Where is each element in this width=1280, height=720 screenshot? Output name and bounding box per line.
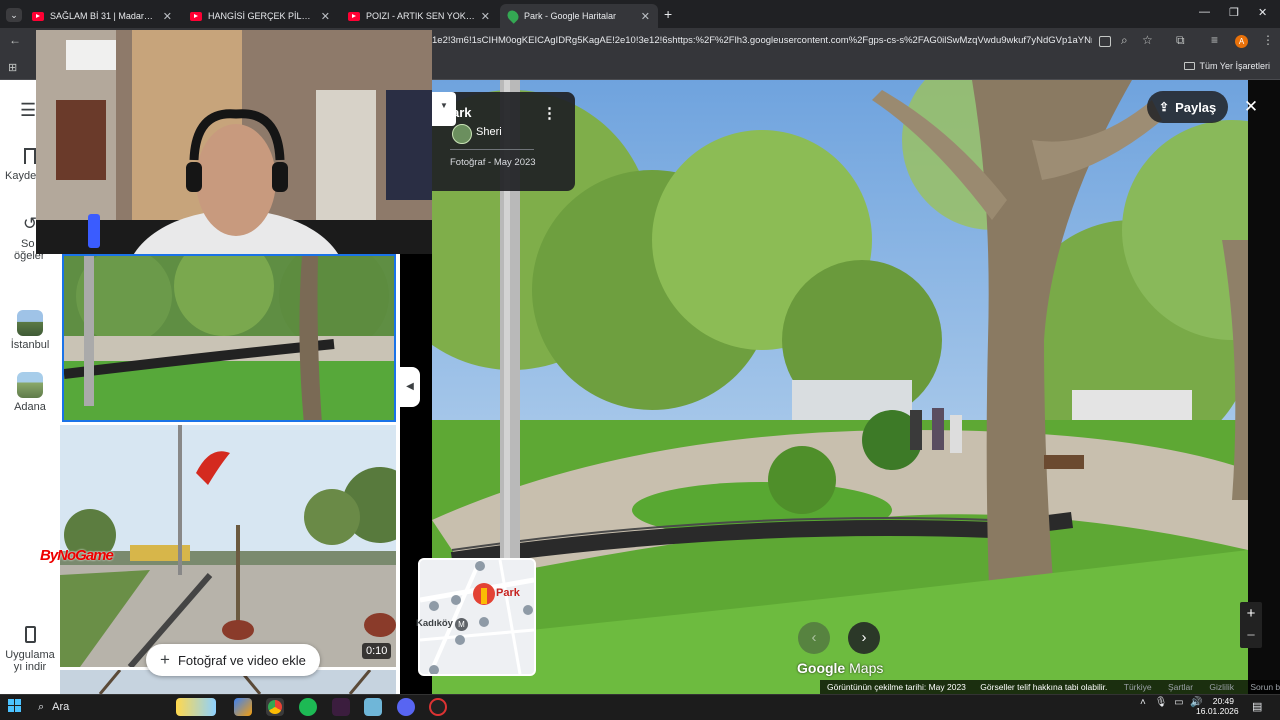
report-link[interactable]: Sorun bildir xyxy=(1250,682,1280,692)
network-icon: ▭ xyxy=(1174,697,1184,708)
microphone-icon: 🎙 xyxy=(1154,697,1168,708)
copilot-icon[interactable] xyxy=(234,698,252,716)
webcam-feed-image xyxy=(36,30,432,254)
webcam-overlay xyxy=(36,30,432,254)
divider xyxy=(450,149,534,150)
add-photo-video-button[interactable]: + Fotoğraf ve video ekle xyxy=(146,644,320,676)
caret-down-icon: ▼ xyxy=(440,101,448,110)
park-photo-image xyxy=(64,256,394,420)
place-title[interactable]: ark xyxy=(452,105,472,120)
chevron-right-icon: › xyxy=(861,629,867,646)
windows-start-icon[interactable] xyxy=(8,699,22,713)
chevron-up-icon: ˄ xyxy=(1140,697,1146,708)
menu-kebab-icon[interactable]: ⋮ xyxy=(1262,33,1274,47)
new-tab-icon[interactable]: + xyxy=(664,6,672,22)
sidebar-item-istanbul[interactable]: İstanbul xyxy=(0,310,60,351)
card-more-icon[interactable]: ⋮ xyxy=(542,104,557,122)
all-bookmarks[interactable]: Tüm Yer İşaretleri xyxy=(1184,61,1270,71)
minimap-park-label: Park xyxy=(496,587,520,599)
folder-icon xyxy=(1184,62,1196,70)
bookmark-icon xyxy=(24,148,36,164)
apps-grid-icon[interactable]: ⊞ xyxy=(8,61,17,74)
profile-avatar[interactable]: A xyxy=(1235,35,1248,48)
media-app-icon[interactable] xyxy=(332,698,350,716)
istanbul-thumbnail xyxy=(17,310,43,336)
minimap[interactable] xyxy=(418,558,536,676)
tab-2[interactable]: HANGİSİ GERÇEK PİLOT?! ft. @ ✕ xyxy=(182,4,338,28)
next-photo-button[interactable]: › xyxy=(848,622,880,654)
system-tray[interactable]: ˄ 🎙 ▭ 🔊 xyxy=(1140,697,1203,708)
zoom-icon[interactable]: ⌕ xyxy=(1121,33,1128,48)
tab-4-active[interactable]: Park - Google Haritalar ✕ xyxy=(500,4,658,28)
google-maps-logo: Google Maps xyxy=(797,660,884,676)
video-duration-badge: 0:10 xyxy=(362,643,392,659)
copyright-notice[interactable]: Görseller telif hakkına tabi olabilir. xyxy=(980,682,1107,692)
notifications-icon[interactable]: ▤ xyxy=(1252,700,1262,713)
search-highlight-icon[interactable] xyxy=(176,698,216,716)
phone-icon xyxy=(24,626,36,643)
chrome-taskbar-item[interactable] xyxy=(266,698,284,716)
chrome-icon xyxy=(268,700,282,714)
taskbar-clock[interactable]: 20:49 16.01.2026 xyxy=(1196,696,1239,716)
back-icon[interactable]: ← xyxy=(9,33,21,47)
maps-footer: Görüntünün çekilme tarihi: May 2023 Görs… xyxy=(820,680,1280,694)
country-link[interactable]: Türkiye xyxy=(1124,682,1152,692)
privacy-link[interactable]: Gizlilik xyxy=(1209,682,1234,692)
close-tab-icon[interactable]: ✕ xyxy=(163,10,172,23)
obs-icon[interactable] xyxy=(429,698,447,716)
close-tab-icon[interactable]: ✕ xyxy=(481,10,490,23)
capture-date: Görüntünün çekilme tarihi: May 2023 xyxy=(827,682,966,692)
search-icon: ⌕ xyxy=(38,701,45,713)
zoom-in-button[interactable]: + xyxy=(1240,604,1262,624)
youtube-icon xyxy=(348,11,360,21)
author-avatar[interactable] xyxy=(452,124,472,144)
close-window-icon[interactable]: ✕ xyxy=(1258,6,1267,19)
previous-photo-button[interactable]: ‹ xyxy=(798,622,830,654)
files-icon[interactable] xyxy=(364,698,382,716)
install-app-icon[interactable] xyxy=(1099,36,1111,47)
collapse-panel-button[interactable]: ◀ xyxy=(400,367,420,407)
minimap-kadikoy-label: Kadıköy xyxy=(416,618,453,629)
youtube-icon xyxy=(32,11,44,21)
spotify-icon[interactable] xyxy=(299,698,317,716)
close-tab-icon[interactable]: ✕ xyxy=(321,10,330,23)
hamburger-menu-icon[interactable]: ☰ xyxy=(20,100,36,121)
bynogame-watermark: ByNoGame xyxy=(40,547,114,564)
sidebar-app-download[interactable]: Uygulama yı indir xyxy=(0,626,60,673)
tab-search-icon[interactable]: ⌄ xyxy=(6,8,22,22)
minimap-image xyxy=(420,560,534,674)
google-maps-icon xyxy=(505,8,521,24)
minimize-icon[interactable]: — xyxy=(1199,6,1210,18)
tab-3[interactable]: POIZI - ARTIK SEN YOKSUN (O ✕ xyxy=(340,4,498,28)
close-viewer-icon[interactable]: ✕ xyxy=(1239,95,1263,119)
author-name[interactable]: Sheri xyxy=(476,126,502,138)
plus-icon: + xyxy=(160,650,170,669)
share-icon: ⇪ xyxy=(1159,100,1170,114)
terms-link[interactable]: Şartlar xyxy=(1168,682,1193,692)
close-tab-icon[interactable]: ✕ xyxy=(641,10,650,23)
star-bookmark-icon[interactable]: ☆ xyxy=(1142,33,1153,47)
chevron-left-icon: ◀ xyxy=(406,381,414,392)
discord-icon[interactable] xyxy=(397,698,415,716)
share-button[interactable]: ⇪ Paylaş xyxy=(1147,91,1229,123)
address-bar[interactable]: 1e2!3m6!1sCIHM0ogKEICAgIDRg5KagAE!2e10!3… xyxy=(432,30,1092,52)
sidebar-item-adana[interactable]: Adana xyxy=(0,372,60,413)
photo-date: Fotoğraf - May 2023 xyxy=(450,157,536,168)
photo-thumbnail-2-video[interactable] xyxy=(60,425,396,667)
extensions-icon[interactable]: ⧉ xyxy=(1176,33,1185,48)
zoom-out-button[interactable]: − xyxy=(1240,626,1262,646)
tab-1[interactable]: SAĞLAM Bİ 31 | Madara Olduk ✕ xyxy=(24,4,180,28)
photo-thumbnail-1[interactable] xyxy=(62,254,396,422)
plaza-photo-image xyxy=(60,425,396,667)
metro-icon: M xyxy=(455,618,468,631)
chevron-left-icon: ‹ xyxy=(811,629,817,646)
youtube-icon xyxy=(190,11,202,21)
tab-groups-icon[interactable]: ≡ xyxy=(1211,33,1218,47)
adana-thumbnail xyxy=(17,372,43,398)
restore-icon[interactable]: ❐ xyxy=(1229,6,1239,19)
